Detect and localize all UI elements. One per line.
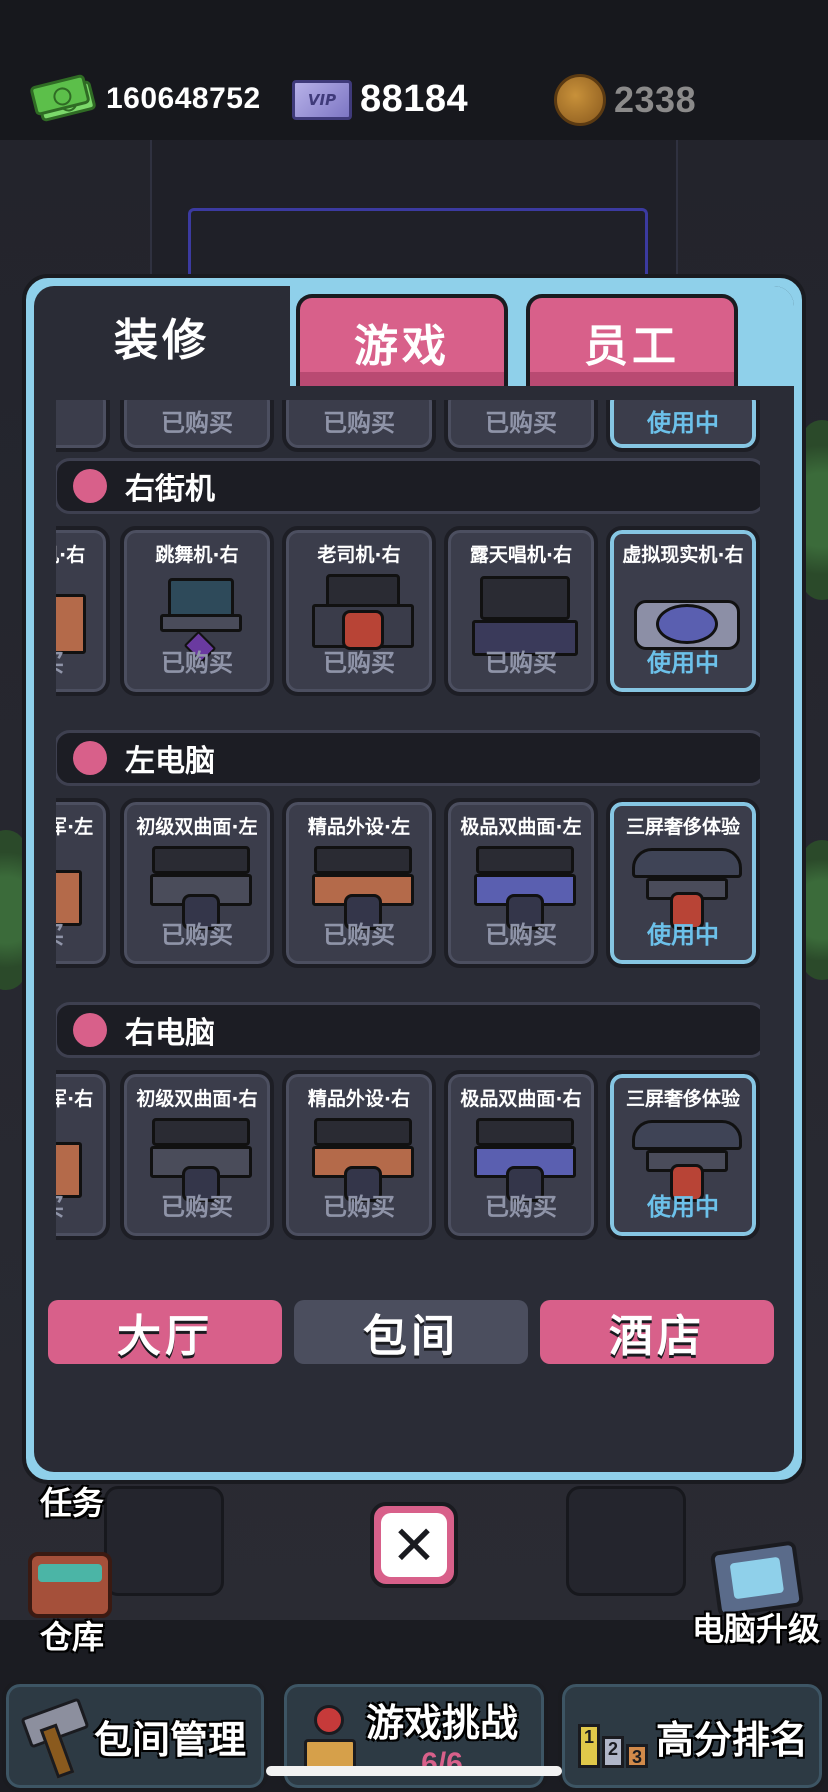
section-dot-icon xyxy=(73,1013,107,1047)
task-label[interactable]: 任务 xyxy=(40,1478,104,1524)
item-card-selected[interactable]: 三屏奢侈体验 使用中 xyxy=(606,798,760,968)
item-card[interactable]: 军·左 买 xyxy=(56,798,110,968)
hotel-button[interactable]: 酒店 xyxy=(540,1300,774,1364)
item-card[interactable]: 机·右 买 xyxy=(56,526,110,696)
lobby-button[interactable]: 大厅 xyxy=(48,1300,282,1364)
tab-staff[interactable]: 员工 xyxy=(526,294,738,386)
coin-counter: 2338 xyxy=(554,74,696,126)
section-header-right-computer: 右电脑 xyxy=(56,1002,760,1058)
hammer-icon xyxy=(20,1701,84,1771)
item-card[interactable]: 买 xyxy=(56,400,110,452)
warehouse-label[interactable]: 仓库 xyxy=(40,1612,104,1658)
coin-icon xyxy=(554,74,606,126)
location-button-bar: 大厅 包间 酒店 xyxy=(48,1300,774,1366)
item-scroll-area[interactable]: 买 已购买 已购买 已购买 使用中 右街机 xyxy=(56,400,760,1290)
close-icon: ✕ xyxy=(381,1513,447,1577)
warehouse-chest-icon[interactable] xyxy=(28,1552,112,1618)
item-row-right-arcade: 机·右 买 跳舞机·右 已购买 老司机·右 xyxy=(56,526,760,696)
section-title: 左电脑 xyxy=(125,744,215,779)
item-card[interactable]: 精品外设·左 已购买 xyxy=(282,798,436,968)
item-card-selected[interactable]: 使用中 xyxy=(606,400,760,452)
coin-value: 2338 xyxy=(614,79,697,120)
vip-value: 88184 xyxy=(360,78,469,120)
item-row-left-computer: 军·左 买 初级双曲面·左 已购买 精品外设·左 xyxy=(56,798,760,968)
section-title: 右电脑 xyxy=(125,1016,215,1051)
vip-counter: VIP 88184 xyxy=(292,78,468,121)
cash-value: 160648752 xyxy=(106,82,261,115)
vip-icon: VIP xyxy=(292,79,352,120)
section-dot-icon xyxy=(73,469,107,503)
item-card[interactable]: 初级双曲面·右 已购买 xyxy=(120,1070,274,1240)
cash-counter: 160648752 xyxy=(29,73,261,123)
computer-upgrade-label[interactable]: 电脑升级 xyxy=(692,1604,820,1650)
game-challenge-label: 游戏挑战 xyxy=(366,1700,519,1745)
decoration-dialog: 装修 游戏 员工 买 已购买 已购买 已购买 使用中 xyxy=(22,274,806,1484)
item-card-selected[interactable]: 虚拟现实机·右 使用中 xyxy=(606,526,760,696)
item-card[interactable]: 极品双曲面·右 已购买 xyxy=(444,1070,598,1240)
private-room-button[interactable]: 包间 xyxy=(294,1300,528,1364)
section-dot-icon xyxy=(73,741,107,775)
item-card[interactable]: 极品双曲面·左 已购买 xyxy=(444,798,598,968)
joystick-icon xyxy=(298,1701,356,1773)
item-card[interactable]: 初级双曲面·左 已购买 xyxy=(120,798,274,968)
item-card[interactable]: 军·右 买 xyxy=(56,1070,110,1240)
background-chair xyxy=(566,1486,686,1596)
tab-decoration[interactable]: 装修 xyxy=(42,286,282,386)
item-card-selected[interactable]: 三屏奢侈体验 使用中 xyxy=(606,1070,760,1240)
item-card[interactable]: 露天唱机·右 已购买 xyxy=(444,526,598,696)
high-score-label: 高分排名 xyxy=(656,1717,809,1762)
home-indicator[interactable] xyxy=(266,1766,562,1776)
item-card[interactable]: 跳舞机·右 已购买 xyxy=(120,526,274,696)
background-chair xyxy=(104,1486,224,1596)
cash-icon xyxy=(29,73,98,123)
section-title: 右街机 xyxy=(125,472,215,507)
room-manage-label: 包间管理 xyxy=(94,1717,247,1762)
tab-bar: 装修 游戏 员工 xyxy=(42,286,794,386)
tab-games[interactable]: 游戏 xyxy=(296,294,508,386)
room-manage-button[interactable]: 包间管理 xyxy=(2,1680,268,1792)
item-card[interactable]: 老司机·右 已购买 xyxy=(282,526,436,696)
item-card[interactable]: 已购买 xyxy=(120,400,274,452)
item-row-right-computer: 军·右 买 初级双曲面·右 已购买 精品外设·右 xyxy=(56,1070,760,1240)
item-card[interactable]: 精品外设·右 已购买 xyxy=(282,1070,436,1240)
item-card[interactable]: 已购买 xyxy=(282,400,436,452)
podium-icon: 1 2 3 xyxy=(578,1704,650,1768)
high-score-button[interactable]: 1 2 3 高分排名 xyxy=(558,1680,826,1792)
section-header-left-computer: 左电脑 xyxy=(56,730,760,786)
dialog-panel: 装修 游戏 员工 买 已购买 已购买 已购买 使用中 xyxy=(34,286,794,1472)
close-button[interactable]: ✕ xyxy=(370,1502,458,1588)
section-header-right-arcade: 右街机 xyxy=(56,458,760,514)
item-card[interactable]: 已购买 xyxy=(444,400,598,452)
partial-item-row: 买 已购买 已购买 已购买 使用中 xyxy=(56,400,760,452)
